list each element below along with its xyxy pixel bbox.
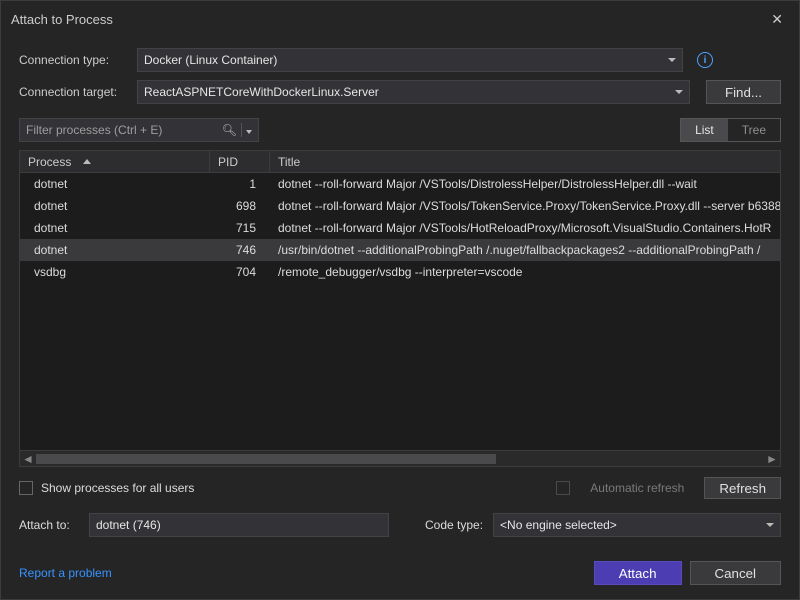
close-icon[interactable]: ✕	[765, 9, 789, 30]
cell-pid: 715	[210, 221, 270, 235]
connection-target-dropdown[interactable]: ReactASPNETCoreWithDockerLinux.Server	[137, 80, 690, 104]
cell-process: dotnet	[26, 221, 210, 235]
attach-to-field[interactable]: dotnet (746)	[89, 513, 389, 537]
cell-process: dotnet	[26, 177, 210, 191]
cell-process: dotnet	[26, 243, 210, 257]
column-process[interactable]: Process	[20, 151, 210, 172]
show-all-users-checkbox[interactable]	[19, 481, 33, 495]
chevron-down-icon	[766, 523, 774, 527]
column-title[interactable]: Title	[270, 155, 780, 169]
sort-ascending-icon	[83, 159, 91, 164]
cell-pid: 704	[210, 265, 270, 279]
connection-type-label: Connection type:	[19, 53, 129, 67]
attach-button[interactable]: Attach	[594, 561, 682, 585]
cell-pid: 746	[210, 243, 270, 257]
scroll-thumb[interactable]	[36, 454, 496, 464]
table-header: Process PID Title	[20, 151, 780, 173]
filter-input[interactable]: Filter processes (Ctrl + E) 🔍︎	[19, 118, 259, 142]
view-tree-button[interactable]: Tree	[728, 119, 780, 141]
table-row[interactable]: vsdbg704/remote_debugger/vsdbg --interpr…	[20, 261, 780, 283]
horizontal-scrollbar[interactable]: ◄ ►	[20, 450, 780, 466]
search-icon: 🔍︎	[222, 123, 237, 137]
table-row[interactable]: dotnet746/usr/bin/dotnet --additionalPro…	[20, 239, 780, 261]
cell-process: dotnet	[26, 199, 210, 213]
process-table: Process PID Title dotnet1dotnet --roll-f…	[19, 150, 781, 467]
table-row[interactable]: dotnet715dotnet --roll-forward Major /VS…	[20, 217, 780, 239]
cell-title: /remote_debugger/vsdbg --interpreter=vsc…	[270, 265, 780, 279]
connection-type-dropdown[interactable]: Docker (Linux Container)	[137, 48, 683, 72]
code-type-value: <No engine selected>	[500, 518, 617, 532]
cell-process: vsdbg	[26, 265, 210, 279]
window-title: Attach to Process	[11, 12, 113, 27]
cell-title: dotnet --roll-forward Major /VSTools/Dis…	[270, 177, 780, 191]
info-icon[interactable]: i	[697, 52, 713, 68]
table-row[interactable]: dotnet1dotnet --roll-forward Major /VSTo…	[20, 173, 780, 195]
connection-type-value: Docker (Linux Container)	[144, 53, 277, 67]
view-list-button[interactable]: List	[681, 119, 728, 141]
chevron-down-icon	[668, 58, 676, 62]
cell-pid: 698	[210, 199, 270, 213]
attach-to-process-dialog: Attach to Process ✕ Connection type: Doc…	[0, 0, 800, 600]
scroll-right-icon[interactable]: ►	[764, 451, 780, 467]
cell-title: dotnet --roll-forward Major /VSTools/Tok…	[270, 199, 780, 213]
scroll-left-icon[interactable]: ◄	[20, 451, 36, 467]
cell-pid: 1	[210, 177, 270, 191]
cell-title: /usr/bin/dotnet --additionalProbingPath …	[270, 243, 780, 257]
refresh-button[interactable]: Refresh	[704, 477, 781, 499]
connection-target-value: ReactASPNETCoreWithDockerLinux.Server	[144, 85, 379, 99]
filter-split-button[interactable]	[241, 123, 252, 137]
automatic-refresh-checkbox[interactable]	[556, 481, 570, 495]
connection-target-label: Connection target:	[19, 85, 129, 99]
filter-placeholder: Filter processes (Ctrl + E)	[26, 123, 162, 137]
report-problem-link[interactable]: Report a problem	[19, 566, 112, 580]
show-all-users-label: Show processes for all users	[41, 481, 194, 495]
attach-to-label: Attach to:	[19, 518, 79, 532]
code-type-label: Code type:	[425, 518, 483, 532]
code-type-dropdown[interactable]: <No engine selected>	[493, 513, 781, 537]
cancel-button[interactable]: Cancel	[690, 561, 782, 585]
view-toggle: List Tree	[680, 118, 781, 142]
table-body: dotnet1dotnet --roll-forward Major /VSTo…	[20, 173, 780, 450]
automatic-refresh-label: Automatic refresh	[590, 481, 684, 495]
column-pid[interactable]: PID	[210, 151, 270, 172]
cell-title: dotnet --roll-forward Major /VSTools/Hot…	[270, 221, 780, 235]
find-button[interactable]: Find...	[706, 80, 781, 104]
titlebar: Attach to Process ✕	[1, 1, 799, 40]
table-row[interactable]: dotnet698dotnet --roll-forward Major /VS…	[20, 195, 780, 217]
chevron-down-icon	[675, 90, 683, 94]
